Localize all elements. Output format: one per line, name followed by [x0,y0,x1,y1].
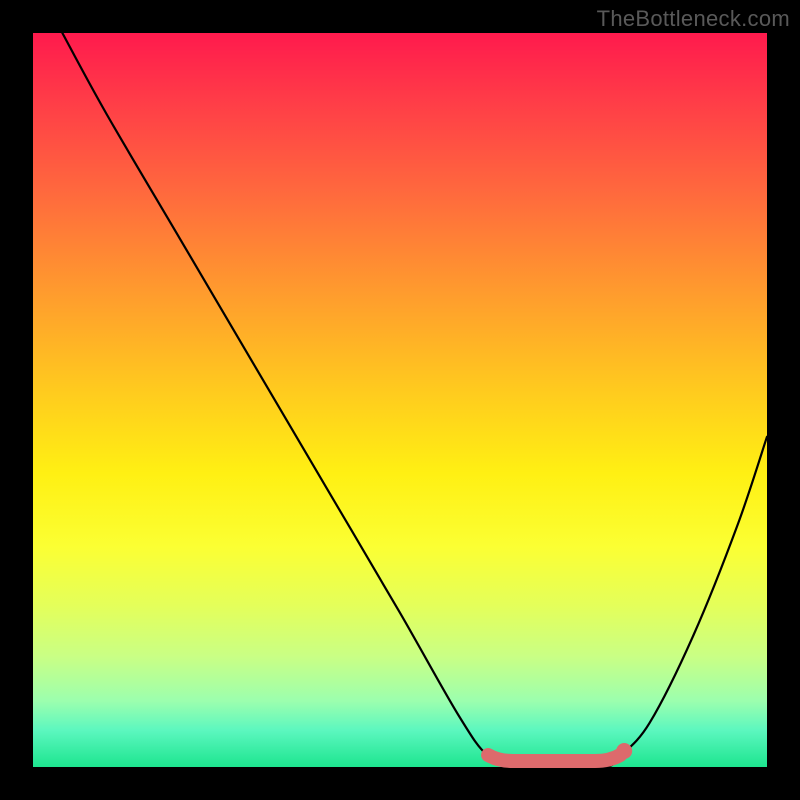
highlight-end-dot [616,743,632,759]
highlight-segment [488,755,620,761]
watermark-text: TheBottleneck.com [597,6,790,32]
chart-container: TheBottleneck.com [0,0,800,800]
bottleneck-curve-path [62,33,767,768]
plot-area [33,33,767,767]
bottleneck-curve-svg [33,33,767,767]
